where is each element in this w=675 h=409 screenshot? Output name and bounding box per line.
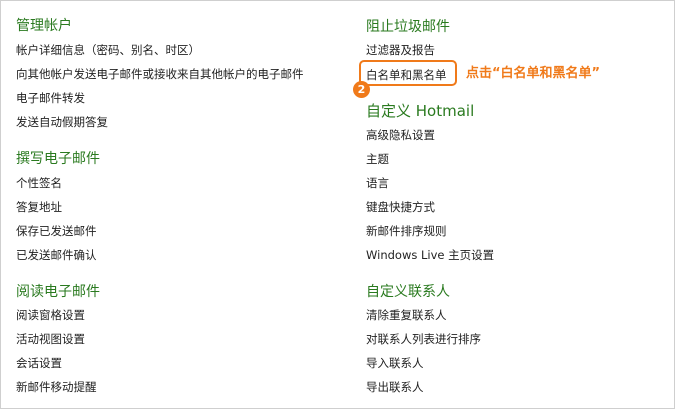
- link-send-receive-other-accounts[interactable]: 向其他帐户发送电子邮件或接收来自其他帐户的电子邮件: [16, 66, 304, 82]
- settings-panel: 管理帐户 帐户详细信息（密码、别名、时区） 向其他帐户发送电子邮件或接收来自其他…: [0, 0, 675, 409]
- section-title-read-email: 阅读电子邮件: [16, 284, 100, 300]
- section-title-write-email: 撰写电子邮件: [16, 151, 100, 167]
- link-themes[interactable]: 主题: [366, 151, 389, 167]
- link-language[interactable]: 语言: [366, 175, 389, 191]
- link-import-contacts[interactable]: 导入联系人: [366, 355, 424, 371]
- link-account-details[interactable]: 帐户详细信息（密码、别名、时区）: [16, 42, 200, 58]
- section-title-block-junk: 阻止垃圾邮件: [366, 19, 450, 35]
- link-sorting-rules[interactable]: 新邮件排序规则: [366, 223, 447, 239]
- section-title-customize-contacts: 自定义联系人: [366, 284, 450, 300]
- highlight-box: [359, 60, 457, 86]
- link-signature[interactable]: 个性签名: [16, 175, 62, 191]
- link-sort-contacts[interactable]: 对联系人列表进行排序: [366, 331, 481, 347]
- link-windows-live-home[interactable]: Windows Live 主页设置: [366, 247, 494, 263]
- section-title-manage-account: 管理帐户: [16, 18, 72, 34]
- link-conversation[interactable]: 会话设置: [16, 355, 62, 371]
- link-advanced-privacy[interactable]: 高级隐私设置: [366, 127, 435, 143]
- link-sent-confirmation[interactable]: 已发送邮件确认: [16, 247, 97, 263]
- link-email-forwarding[interactable]: 电子邮件转发: [16, 90, 85, 106]
- link-filters-reporting[interactable]: 过滤器及报告: [366, 42, 435, 58]
- link-keyboard-shortcuts[interactable]: 键盘快捷方式: [366, 199, 435, 215]
- callout-instruction: 点击“白名单和黑名单”: [466, 66, 601, 81]
- link-save-sent[interactable]: 保存已发送邮件: [16, 223, 97, 239]
- link-vacation-reply[interactable]: 发送自动假期答复: [16, 114, 108, 130]
- link-active-view[interactable]: 活动视图设置: [16, 331, 85, 347]
- link-reading-pane[interactable]: 阅读窗格设置: [16, 307, 85, 323]
- link-export-contacts[interactable]: 导出联系人: [366, 379, 424, 395]
- link-reply-address[interactable]: 答复地址: [16, 199, 62, 215]
- link-clear-duplicates[interactable]: 清除重复联系人: [366, 307, 447, 323]
- step-badge: 2: [353, 81, 370, 98]
- section-title-customize-hotmail: 自定义 Hotmail: [366, 102, 475, 120]
- link-new-mail-move-alert[interactable]: 新邮件移动提醒: [16, 379, 97, 395]
